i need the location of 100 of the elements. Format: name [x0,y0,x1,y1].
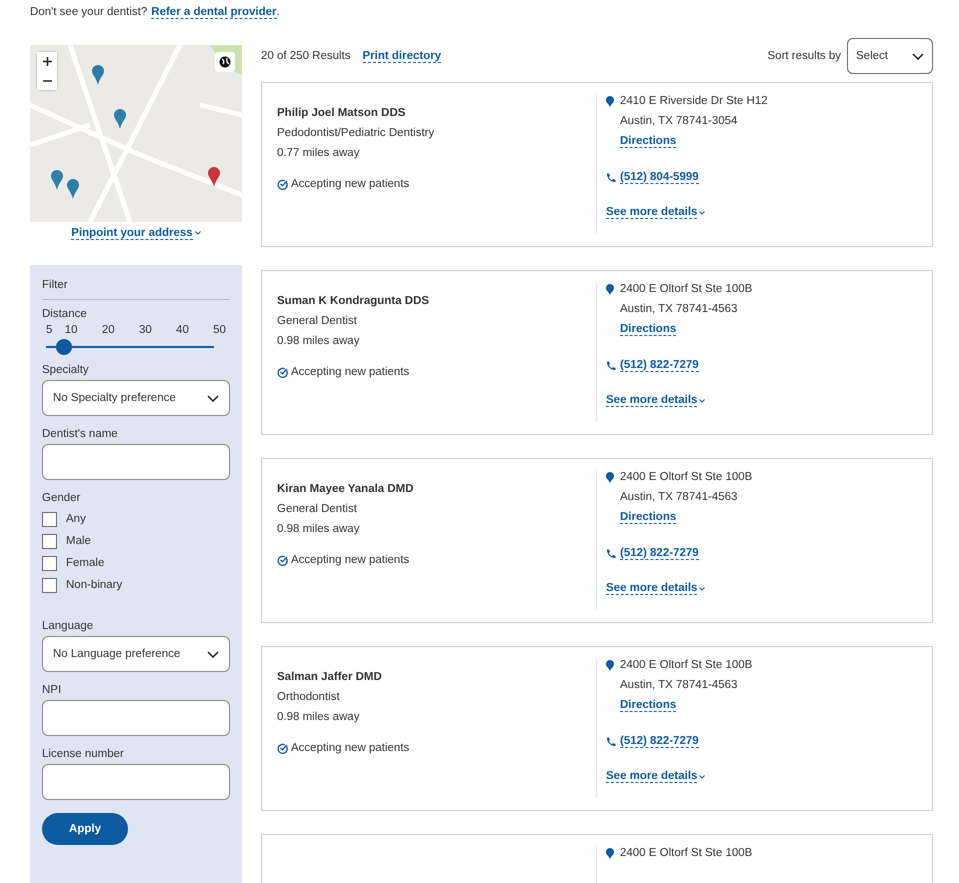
accepting-patients-text: Accepting new patients [291,366,410,378]
distance-tick-label: 50 [213,324,226,336]
notice-text: Don't see your dentist? [30,6,148,18]
address-line: 2400 E Oltorf St Ste 100B [620,847,752,859]
provider-distance: 0.77 miles away [277,147,360,159]
directions-link[interactable]: Directions [620,135,676,148]
phone-link[interactable]: (512) 822-7279 [620,735,699,748]
distance-tick-label: 10 [64,324,78,336]
chevron-down-icon [207,650,219,658]
distance-tick-label: 40 [176,324,189,336]
phone-icon [606,172,616,182]
provider-specialty: General Dentist [277,503,358,515]
gender-checkbox[interactable] [42,556,57,570]
sort-dropdown[interactable]: Select [847,38,933,74]
location-pin-icon [606,848,614,858]
distance-tick-label: 30 [138,324,152,336]
address-city-line: Austin, TX 78741-4563 [619,491,738,503]
address-line: 2400 E Oltorf St Ste 100B [620,471,752,483]
phone-icon [606,360,616,370]
address-line: 2400 E Oltorf St Ste 100B [620,283,752,295]
period-text: . [276,6,280,18]
apply-button[interactable]: Apply [42,813,128,845]
npi-field[interactable] [42,700,230,736]
see-more-details-link[interactable]: See more details [606,394,698,407]
gender-label: Gender [42,492,82,504]
map-pin-icon[interactable] [67,179,79,199]
gender-checkbox[interactable] [42,578,57,592]
gender-option-label: Male [66,535,91,547]
provider-name: Kiran Mayee Yanala DMD [277,483,415,495]
accepting-patients-text: Accepting new patients [291,554,410,566]
map-pin-icon[interactable] [92,65,104,85]
see-more-details-link[interactable]: See more details [606,206,698,219]
phone-link[interactable]: (512) 804-5999 [620,171,699,184]
caret-icon [699,774,706,778]
filter-title: Filter [42,279,230,300]
check-circle-icon [277,742,288,754]
language-dropdown[interactable]: No Language preference [42,636,230,672]
license-number-field[interactable] [42,764,230,800]
see-more-details-link[interactable]: See more details [606,582,698,595]
directions-link[interactable]: Directions [620,511,676,524]
caret-icon [699,586,706,590]
pinpoint-address-link[interactable]: Pinpoint your address [71,226,193,240]
address-city-line: Austin, TX 78741-4563 [619,679,738,691]
language-label: Language [42,620,94,632]
plus-icon [42,57,52,66]
zoom-in-button[interactable] [37,52,57,71]
check-circle-icon [277,178,288,190]
map-pin-icon[interactable] [51,170,63,190]
provider-distance: 0.98 miles away [277,711,360,723]
dentist-name-field[interactable] [42,444,230,480]
provider-distance: 0.98 miles away [277,523,360,535]
dentist-name-label: Dentist's name [42,428,119,440]
provider-name: Philip Joel Matson DDS [277,107,406,119]
address-city-line: Austin, TX 78741-4563 [619,303,738,315]
accepting-patients-text: Accepting new patients [291,178,410,190]
gender-option-label: Non-binary [66,579,122,591]
gender-option-label: Any [66,513,86,525]
minus-icon [42,80,52,82]
map-pin-icon[interactable] [208,167,220,187]
address-city-line: Austin, TX 78741-3054 [619,115,738,127]
map-pin-icon[interactable] [114,109,126,129]
check-circle-icon [277,366,288,378]
gender-option-label: Female [66,557,104,569]
distance-label: Distance [42,308,88,320]
print-directory-link[interactable]: Print directory [362,50,442,62]
phone-link[interactable]: (512) 822-7279 [620,359,699,372]
caret-icon [194,231,201,235]
see-more-details-link[interactable]: See more details [606,770,698,783]
distance-tick-label: 5 [46,324,52,336]
check-circle-icon [277,554,288,566]
directions-link[interactable]: Directions [620,323,676,336]
directions-link[interactable]: Directions [620,699,676,712]
license-number-label: License number [42,748,125,760]
address-line: 2410 E Riverside Dr Ste H12 [620,95,768,107]
chevron-down-icon [912,52,924,60]
caret-icon [699,398,706,402]
distance-tick-label: 20 [102,324,115,336]
phone-icon [606,736,616,746]
location-pin-icon [606,284,614,294]
gender-checkbox[interactable] [42,512,57,526]
location-pin-icon [606,472,614,482]
provider-specialty: General Dentist [277,315,358,327]
npi-label: NPI [42,684,62,696]
specialty-dropdown[interactable]: No Specialty preference [42,380,230,416]
globe-button[interactable] [215,52,235,72]
phone-link[interactable]: (512) 822-7279 [620,547,699,560]
sort-label: Sort results by [768,50,841,62]
address-line: 2400 E Oltorf St Ste 100B [620,659,752,671]
zoom-out-button[interactable] [37,71,57,90]
caret-icon [699,210,706,214]
refer-provider-link[interactable]: Refer a dental provider [151,6,277,19]
slider-thumb[interactable] [56,339,72,355]
specialty-label: Specialty [42,364,90,376]
gender-checkbox[interactable] [42,534,57,548]
globe-icon [219,56,231,68]
provider-specialty: Orthodontist [277,691,341,703]
results-count: 20 of 250 Results [261,50,351,62]
provider-name: Suman K Kondragunta DDS [277,295,430,307]
chevron-down-icon [207,394,219,402]
provider-name: Salman Jaffer DMD [277,671,383,683]
